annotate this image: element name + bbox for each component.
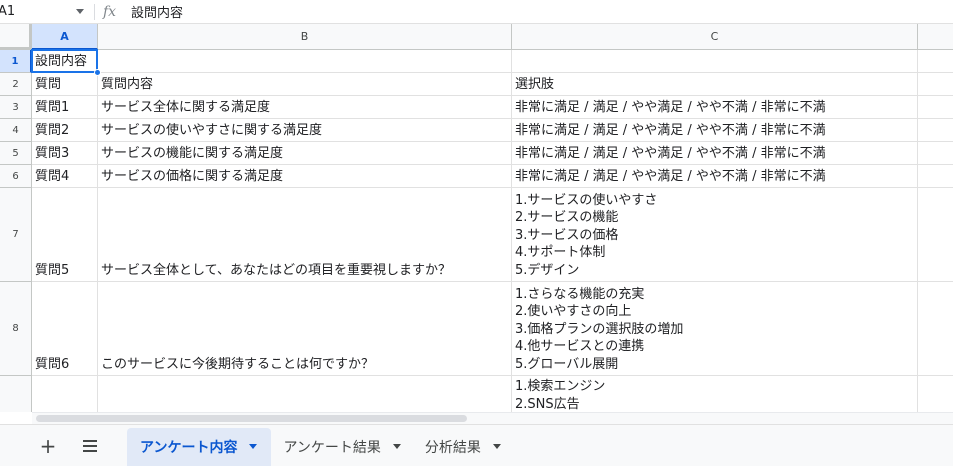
cell-c7[interactable]: 1.サービスの使いやすさ 2.サービスの機能 3.サービスの価格 4.サポート体制 5.… <box>512 188 918 282</box>
formula-input[interactable]: 設問内容 <box>131 2 183 21</box>
menu-icon-bar <box>83 444 97 447</box>
chevron-down-icon[interactable] <box>492 444 501 449</box>
cell-line: 5.グローバル展開 <box>515 356 619 372</box>
cell-apartial[interactable] <box>32 376 98 412</box>
cell-d3[interactable] <box>918 96 953 119</box>
cell-b4[interactable]: サービスの使いやすさに関する満足度 <box>98 119 512 142</box>
cell-c5[interactable]: 非常に満足 / 満足 / やや満足 / やや不満 / 非常に不満 <box>512 142 918 165</box>
cell-a2[interactable]: 質問 <box>32 73 98 96</box>
fx-icon: fx <box>103 3 117 20</box>
cell-a3[interactable]: 質問1 <box>32 96 98 119</box>
row-header-2[interactable]: 2 <box>0 73 32 96</box>
sheet-tab-label: 分析結果 <box>424 439 481 456</box>
fill-handle[interactable] <box>94 69 101 76</box>
cell-d2[interactable] <box>918 73 953 96</box>
cell-c2[interactable]: 選択肢 <box>512 73 918 96</box>
cell-a1[interactable]: 設問内容 <box>32 50 98 73</box>
cell-c3[interactable]: 非常に満足 / 満足 / やや満足 / やや不満 / 非常に不満 <box>512 96 918 119</box>
cell-b7[interactable]: サービス全体として、あなたはどの項目を重要視しますか？ <box>98 188 512 282</box>
row-header-3[interactable]: 3 <box>0 96 32 119</box>
cell-line: 4.サポート体制 <box>515 245 606 260</box>
cell-line: 1.さらなる機能の充実 <box>515 286 645 302</box>
sheet-tab-survey-content[interactable]: アンケート内容 <box>127 427 272 466</box>
add-sheet-button[interactable]: + <box>33 431 63 461</box>
cell-a5[interactable]: 質問3 <box>32 142 98 165</box>
formula-bar: A1 fx 設問内容 <box>0 0 953 24</box>
formula-bar-divider <box>94 3 95 20</box>
cell-line: 3.サービスの価格 <box>515 227 619 243</box>
row-header-8[interactable]: 8 <box>0 282 32 376</box>
menu-icon <box>83 439 97 442</box>
sheet-tab-survey-results[interactable]: アンケート結果 <box>271 428 412 466</box>
cell-b3[interactable]: サービス全体に関する満足度 <box>98 96 512 119</box>
cell-a8[interactable]: 質問6 <box>32 282 98 376</box>
cell-line: 1.サービスの使いやすさ <box>515 192 658 208</box>
column-header-c[interactable]: C <box>512 24 918 50</box>
select-all-corner[interactable] <box>0 24 32 50</box>
sheet-tab-label: アンケート内容 <box>140 439 238 456</box>
cell-c4[interactable]: 非常に満足 / 満足 / やや満足 / やや不満 / 非常に不満 <box>512 119 918 142</box>
cell-line: 2.サービスの機能 <box>515 210 619 225</box>
cell-d1[interactable] <box>918 50 953 73</box>
cell-d7[interactable] <box>918 188 953 282</box>
cell-dpartial[interactable] <box>918 376 953 412</box>
row-header-5[interactable]: 5 <box>0 142 32 165</box>
cell-c1[interactable] <box>512 50 918 73</box>
cell-d4[interactable] <box>918 119 953 142</box>
cell-b5[interactable]: サービスの機能に関する満足度 <box>98 142 512 165</box>
row-header-partial[interactable] <box>0 376 32 412</box>
menu-icon-bar <box>83 449 97 452</box>
row-header-1[interactable]: 1 <box>0 50 32 73</box>
cell-d5[interactable] <box>918 142 953 165</box>
row-header-4[interactable]: 4 <box>0 119 32 142</box>
column-header-a[interactable]: A <box>32 24 98 50</box>
spreadsheet-grid[interactable]: A B C 1 設問内容 2 質問 質問内容 選択肢 3 質問1 サービス全体に関する満足度 非常に満足… <box>0 24 953 412</box>
cell-line: 2.SNS広告 <box>515 396 580 412</box>
cell-c6[interactable]: 非常に満足 / 満足 / やや満足 / やや不満 / 非常に不満 <box>512 165 918 188</box>
cell-a4[interactable]: 質問2 <box>32 119 98 142</box>
cell-b2[interactable]: 質問内容 <box>98 73 512 96</box>
cell-d6[interactable] <box>918 165 953 188</box>
cell-line: 3.価格プランの選択肢の増加 <box>515 321 684 337</box>
column-header-d[interactable] <box>918 24 953 50</box>
cell-b1[interactable] <box>98 50 512 73</box>
name-box-value: A1 <box>0 4 16 19</box>
cell-line: 2.使いやすさの向上 <box>515 304 632 319</box>
cell-bpartial[interactable] <box>98 376 512 412</box>
row-header-6[interactable]: 6 <box>0 165 32 188</box>
cell-cpartial[interactable]: 1.検索エンジン 2.SNS広告 <box>512 376 918 412</box>
cell-a7[interactable]: 質問5 <box>32 188 98 282</box>
name-box[interactable]: A1 <box>0 0 92 24</box>
column-header-b[interactable]: B <box>98 24 512 50</box>
sheet-tab-label: アンケート結果 <box>283 439 381 456</box>
cell-line: 4.他サービスとの連携 <box>515 339 645 354</box>
cell-d8[interactable] <box>918 282 953 376</box>
sheet-tab-bar: + アンケート内容 アンケート結果 分析結果 <box>0 424 953 466</box>
cell-a6[interactable]: 質問4 <box>32 165 98 188</box>
cell-c8[interactable]: 1.さらなる機能の充実 2.使いやすさの向上 3.価格プランの選択肢の増加 4.他サー… <box>512 282 918 376</box>
cell-line: 1.検索エンジン <box>515 379 606 394</box>
plus-icon: + <box>39 433 57 458</box>
cell-line: 5.デザイン <box>515 262 580 278</box>
cell-b8[interactable]: このサービスに今後期待することは何ですか？ <box>98 282 512 376</box>
cell-b6[interactable]: サービスの価格に関する満足度 <box>98 165 512 188</box>
chevron-down-icon[interactable] <box>249 444 258 449</box>
chevron-down-icon[interactable] <box>76 9 84 14</box>
horizontal-scrollbar-thumb[interactable] <box>36 415 467 422</box>
sheet-tab-analysis-results[interactable]: 分析結果 <box>413 428 513 466</box>
row-header-7[interactable]: 7 <box>0 188 32 282</box>
all-sheets-button[interactable] <box>75 431 105 461</box>
chevron-down-icon[interactable] <box>392 444 401 449</box>
